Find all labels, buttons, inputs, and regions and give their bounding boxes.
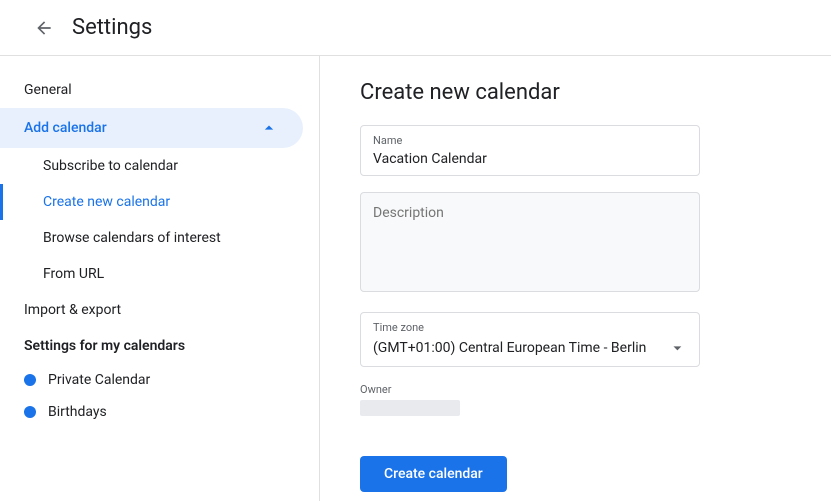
add-calendar-label: Add calendar [24,120,107,136]
sidebar-item-private-calendar[interactable]: Private Calendar [0,364,319,396]
sidebar-item-create-new[interactable]: Create new calendar [0,184,319,220]
sidebar-item-general[interactable]: General [0,72,319,108]
sidebar-item-subscribe[interactable]: Subscribe to calendar [0,148,319,184]
subscribe-label: Subscribe to calendar [43,158,178,174]
from-url-label: From URL [43,266,104,282]
page-title: Settings [72,15,152,40]
sidebar-item-browse[interactable]: Browse calendars of interest [0,220,319,256]
birthdays-label: Birthdays [48,404,107,420]
create-calendar-button[interactable]: Create calendar [360,456,507,492]
back-icon [34,18,54,38]
private-calendar-dot [24,374,36,386]
name-field-group: Name [360,125,791,176]
my-calendars-label: Settings for my calendars [24,338,185,354]
sidebar: General Add calendar Subscribe to calend… [0,56,320,501]
browse-label: Browse calendars of interest [43,230,221,246]
owner-field-group: Owner [360,383,791,420]
create-new-label: Create new calendar [43,194,170,210]
content-area: General Add calendar Subscribe to calend… [0,56,831,501]
description-input[interactable] [360,192,700,292]
my-calendars-header: Settings for my calendars [0,328,319,364]
owner-label: Owner [360,383,791,396]
birthdays-dot [24,406,36,418]
timezone-select[interactable]: (GMT+01:00) Central European Time - Berl… [373,340,668,356]
sidebar-item-add-calendar[interactable]: Add calendar [0,108,303,148]
owner-value [360,400,460,416]
timezone-select-wrapper: (GMT+01:00) Central European Time - Berl… [373,338,687,358]
general-label: General [24,82,72,98]
timezone-field-group: Time zone (GMT+01:00) Central European T… [360,312,791,367]
private-calendar-label: Private Calendar [48,372,150,388]
main-content: Create new calendar Name Time zone (GMT+… [320,56,831,501]
name-field-container: Name [360,125,700,176]
sidebar-item-birthdays[interactable]: Birthdays [0,396,319,428]
timezone-container: Time zone (GMT+01:00) Central European T… [360,312,700,367]
chevron-down-icon [668,338,687,358]
sidebar-item-import-export[interactable]: Import & export [0,292,319,328]
chevron-up-icon [259,118,279,138]
name-label: Name [373,134,687,147]
header: Settings [0,0,831,56]
description-field-group [360,192,791,296]
timezone-label: Time zone [373,321,687,334]
name-input[interactable] [373,151,687,167]
create-calendar-title: Create new calendar [360,80,791,105]
sidebar-item-from-url[interactable]: From URL [0,256,319,292]
import-export-label: Import & export [24,302,121,318]
back-button[interactable] [24,8,64,48]
